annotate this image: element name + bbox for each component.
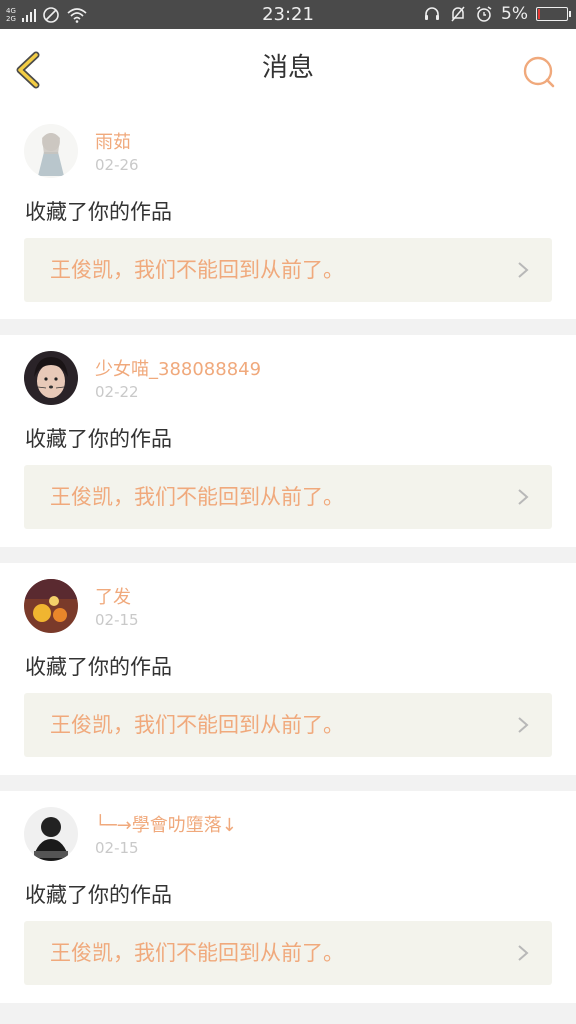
- action-text: 收藏了你的作品: [25, 655, 172, 679]
- avatar[interactable]: [24, 579, 78, 633]
- message-list: 雨茹 02-26 收藏了你的作品 王俊凯，我们不能回到从前了。 少女喵_3880…: [0, 108, 576, 1019]
- mute-bell-icon: [451, 6, 465, 22]
- action-text: 收藏了你的作品: [25, 427, 172, 451]
- action-text: 收藏了你的作品: [25, 883, 172, 907]
- headset-icon: [425, 7, 440, 20]
- message-date: 02-15: [95, 611, 139, 629]
- username[interactable]: 少女喵_388088849: [95, 355, 261, 381]
- alarm-icon: [476, 6, 492, 22]
- message-card: 雨茹 02-26 收藏了你的作品 王俊凯，我们不能回到从前了。: [0, 108, 576, 319]
- battery-icon: [536, 7, 571, 21]
- chevron-right-icon: [518, 262, 529, 278]
- chevron-right-icon: [518, 945, 529, 961]
- chevron-right-icon: [518, 717, 529, 733]
- message-card: 了发 02-15 收藏了你的作品 王俊凯，我们不能回到从前了。: [0, 563, 576, 775]
- avatar[interactable]: [24, 124, 78, 178]
- search-button[interactable]: [522, 55, 556, 89]
- username[interactable]: └─→學會叻墮落↓: [95, 811, 237, 837]
- status-right: 5%: [423, 4, 571, 24]
- status-bar: 4G 2G 23:21 5%: [0, 0, 576, 29]
- page-title: 消息: [261, 53, 314, 83]
- avatar[interactable]: [24, 351, 78, 405]
- work-title: 王俊凯，我们不能回到从前了。: [50, 941, 344, 965]
- username[interactable]: 雨茹: [95, 128, 131, 154]
- action-text: 收藏了你的作品: [25, 200, 172, 224]
- nav-bar: 消息: [0, 29, 576, 109]
- message-card: 少女喵_388088849 02-22 收藏了你的作品 王俊凯，我们不能回到从前…: [0, 335, 576, 547]
- work-title: 王俊凯，我们不能回到从前了。: [50, 485, 344, 509]
- message-date: 02-26: [95, 156, 139, 174]
- message-date: 02-15: [95, 839, 139, 857]
- battery-fill: [538, 9, 540, 19]
- work-title: 王俊凯，我们不能回到从前了。: [50, 258, 344, 282]
- chevron-right-icon: [518, 489, 529, 505]
- message-date: 02-22: [95, 383, 139, 401]
- work-link[interactable]: 王俊凯，我们不能回到从前了。: [24, 238, 552, 302]
- work-link[interactable]: 王俊凯，我们不能回到从前了。: [24, 693, 552, 757]
- username[interactable]: 了发: [95, 583, 131, 609]
- work-link[interactable]: 王俊凯，我们不能回到从前了。: [24, 921, 552, 985]
- search-icon: [523, 56, 555, 88]
- message-card: └─→學會叻墮落↓ 02-15 收藏了你的作品 王俊凯，我们不能回到从前了。: [0, 791, 576, 1003]
- work-title: 王俊凯，我们不能回到从前了。: [50, 713, 344, 737]
- avatar[interactable]: [24, 807, 78, 861]
- battery-percent: 5%: [501, 4, 528, 24]
- work-link[interactable]: 王俊凯，我们不能回到从前了。: [24, 465, 552, 529]
